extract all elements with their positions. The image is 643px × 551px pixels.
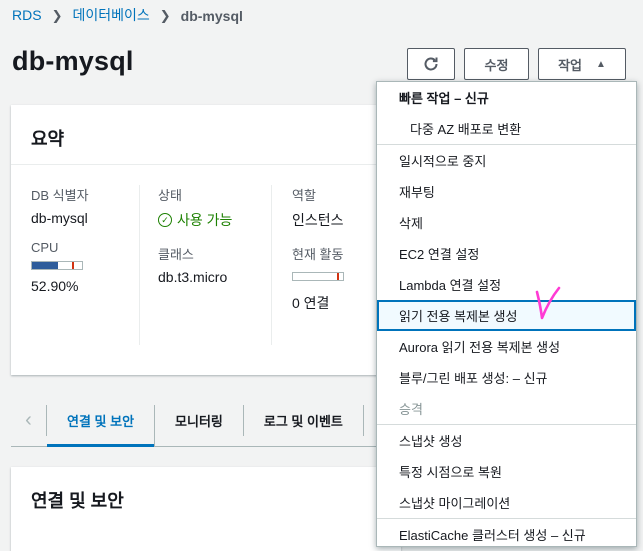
chevron-left-icon[interactable]: ‹ [11,405,47,436]
actions-menu: 빠른 작업 – 신규 다중 AZ 배포로 변환 일시적으로 중지 재부팅 삭제 … [376,81,637,547]
summary-title: 요약 [11,105,401,165]
menu-item-delete[interactable]: 삭제 [377,207,636,238]
class-value: db.t3.micro [158,269,228,285]
refresh-button[interactable] [407,48,455,80]
caret-up-icon: ▲ [596,58,606,70]
actions-button[interactable]: 작업 ▲ [538,48,626,80]
summary-col-status: 상태 ✓ 사용 가능 클래스 db.t3.micro [158,185,268,299]
db-identifier-value: db-mysql [31,210,88,226]
menu-item-setup-lambda-connection[interactable]: Lambda 연결 설정 [377,269,636,300]
activity-label: 현재 활동 [292,247,344,262]
db-identifier-label: DB 식별자 [31,188,89,203]
cpu-meter [31,261,83,270]
check-circle-icon: ✓ [158,213,172,227]
tab-logs-events[interactable]: 로그 및 이벤트 [244,405,364,436]
cpu-label: CPU [31,240,59,255]
status-label: 상태 [158,188,182,203]
menu-item-convert-multi-az[interactable]: 다중 AZ 배포로 변환 [377,113,636,144]
menu-item-create-elasticache-cluster[interactable]: ElastiCache 클러스터 생성 – 신규 [377,519,636,550]
tab-connectivity[interactable]: 연결 및 보안 [47,405,156,447]
activity-meter [292,272,344,281]
breadcrumb: RDS ❯ 데이터베이스 ❯ db-mysql [12,5,243,26]
summary-card: 요약 DB 식별자 db-mysql CPU 52.90% 상태 ✓ 사용 가능… [11,105,401,375]
modify-button-label: 수정 [484,57,509,73]
page-title: db-mysql [12,46,134,76]
cpu-meter-threshold [72,262,74,269]
modify-button[interactable]: 수정 [464,48,529,80]
menu-item-create-read-replica[interactable]: 읽기 전용 복제본 생성 [377,300,636,331]
menu-item-restore-point-in-time[interactable]: 특정 시점으로 복원 [377,456,636,487]
class-label: 클래스 [158,247,194,262]
menu-item-take-snapshot[interactable]: 스냅샷 생성 [377,425,636,456]
status-value: 사용 가능 [177,212,233,228]
cpu-value: 52.90% [31,278,79,294]
activity-meter-threshold [337,273,339,280]
breadcrumb-current: db-mysql [180,7,243,24]
connectivity-card: 연결 및 보안 [11,467,401,551]
summary-col-identifier: DB 식별자 db-mysql CPU 52.90% [31,185,141,308]
cpu-meter-fill [32,262,59,269]
column-divider [271,185,272,345]
breadcrumb-rds[interactable]: RDS [12,7,42,24]
connectivity-title: 연결 및 보안 [31,491,124,511]
status-badge: ✓ 사용 가능 [158,210,268,230]
menu-item-setup-ec2-connection[interactable]: EC2 연결 설정 [377,238,636,269]
chevron-right-icon: ❯ [51,7,63,23]
detail-tabs: ‹ 연결 및 보안 모니터링 로그 및 이벤트 [11,395,401,447]
menu-item-create-aurora-read-replica[interactable]: Aurora 읽기 전용 복제본 생성 [377,331,636,362]
refresh-icon [424,57,438,71]
breadcrumb-databases[interactable]: 데이터베이스 [72,5,149,26]
column-divider [139,185,140,345]
menu-item-promote: 승격 [399,402,423,417]
menu-item-stop-temporarily[interactable]: 일시적으로 중지 [377,145,636,176]
menu-item-create-blue-green-deployment[interactable]: 블루/그린 배포 생성: – 신규 [377,362,636,393]
menu-item-reboot[interactable]: 재부팅 [377,176,636,207]
chevron-right-icon: ❯ [159,7,171,23]
menu-item-migrate-snapshot[interactable]: 스냅샷 마이그레이션 [377,487,636,518]
tab-monitoring[interactable]: 모니터링 [155,405,244,436]
actions-button-label: 작업 [558,57,582,73]
menu-group-quick-actions: 빠른 작업 – 신규 [399,91,489,106]
